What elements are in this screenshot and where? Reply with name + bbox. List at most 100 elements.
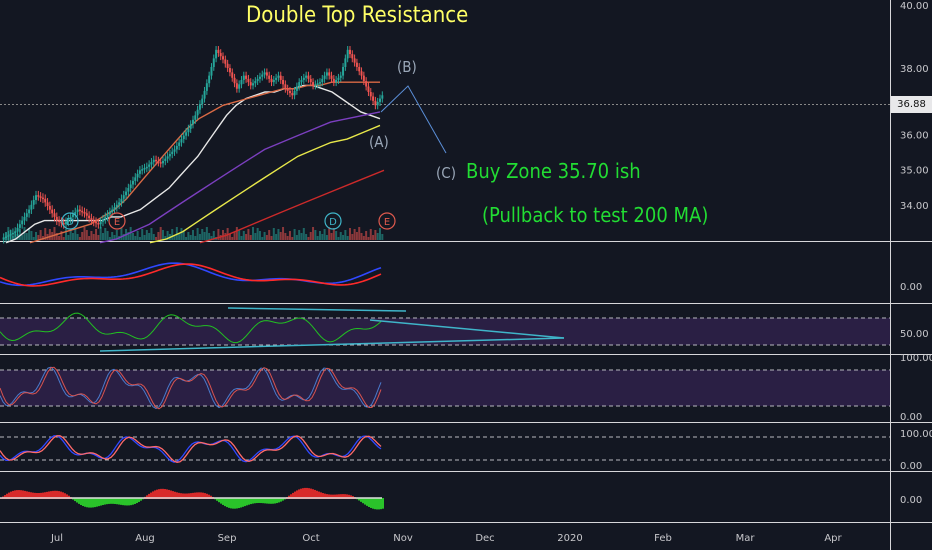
volume-bar (376, 233, 379, 240)
momentum-bar (132, 498, 134, 505)
candle-body (235, 83, 238, 89)
momentum-bar (266, 498, 268, 504)
candle-body (240, 79, 243, 85)
volume-bar (293, 229, 296, 240)
volume-bar (263, 232, 266, 240)
time-tick-label: Mar (736, 533, 756, 544)
candle-body (187, 128, 190, 133)
volume-bar (145, 230, 148, 240)
volume-bar (53, 227, 56, 240)
pullback-note: (Pullback to test 200 MA) (482, 203, 709, 227)
candle-body (83, 212, 86, 214)
price-tick-label: 34.00 (900, 201, 929, 212)
candle-body (92, 220, 95, 223)
candle-body (367, 86, 370, 93)
indicator-axis: 0.00 50.00 100.00 0.00 100.00 0.00 0.00 (900, 282, 932, 506)
candle-body (321, 78, 324, 83)
volume-bar (265, 235, 268, 240)
candle-body (263, 72, 266, 75)
momentum-bar (366, 498, 368, 506)
momentum-bar (130, 498, 132, 506)
momentum-bar (106, 498, 108, 505)
momentum-bar (378, 498, 380, 510)
momentum-bar (94, 498, 96, 508)
candle-body (337, 77, 340, 80)
volume-bar (136, 231, 139, 240)
momentum-bar (230, 498, 232, 509)
candle-body (302, 77, 305, 80)
volume-bar (171, 229, 174, 240)
momentum-bar (234, 498, 236, 509)
candle-body (325, 72, 328, 76)
volume-bar (157, 232, 160, 240)
candle-body (118, 202, 121, 205)
volume-bar (90, 231, 93, 240)
candle-body (381, 95, 384, 99)
volume-bar (249, 235, 252, 240)
volume-bar (99, 227, 102, 240)
volume-bar (62, 237, 65, 240)
volume-bar (143, 235, 146, 240)
volume-bar (275, 234, 278, 240)
volume-bar (312, 227, 315, 240)
momentum-bar (224, 498, 226, 507)
candle-body (275, 77, 278, 80)
candle-body (344, 58, 347, 67)
volume-bar (148, 233, 151, 240)
candle-body (284, 84, 287, 89)
volume-bar (365, 231, 368, 240)
volume-bar (180, 228, 183, 240)
candle-body (39, 196, 42, 198)
momentum-bar (136, 498, 138, 504)
volume-bar (208, 233, 211, 240)
volume-bar (97, 235, 100, 240)
momentum-bar (364, 498, 366, 505)
volume-bar (67, 235, 70, 240)
volume-bar (254, 233, 257, 240)
momentum-bar (222, 498, 224, 505)
candle-body (369, 92, 372, 97)
momentum-bar (82, 498, 84, 507)
volume-bar (240, 236, 243, 240)
candle-body (210, 66, 213, 76)
volume-bar (187, 232, 190, 240)
candle-body (21, 220, 24, 225)
candle-body (316, 83, 319, 85)
volume-bar (242, 231, 245, 240)
time-tick-label: Sep (218, 533, 237, 544)
momentum-axis-label: 0.00 (900, 495, 922, 506)
candle-body (175, 145, 178, 150)
candle-body (208, 75, 211, 84)
candle-body (261, 74, 264, 77)
momentum-bar (382, 498, 384, 509)
candle-body (9, 234, 12, 236)
momentum-bar (88, 498, 90, 508)
earnings-marker-label: E (384, 217, 390, 228)
candle-body (85, 213, 88, 216)
candle-body (161, 160, 164, 164)
candle-body (150, 162, 153, 165)
momentum-bar (254, 498, 256, 504)
time-tick-label: Feb (654, 533, 672, 544)
momentum-bar (122, 498, 124, 506)
momentum-bar (240, 498, 242, 508)
momentum-bar (274, 498, 276, 504)
candle-body (108, 212, 111, 215)
candle-body (182, 135, 185, 140)
volume-bar (360, 233, 363, 240)
candle-body (95, 221, 98, 224)
volume-bar (92, 234, 95, 240)
candle-body (372, 96, 375, 101)
volume-bar (78, 237, 81, 240)
volume-bar (302, 228, 305, 240)
volume-bar (58, 236, 61, 240)
time-tick-label: Nov (393, 533, 413, 544)
volume-bar (337, 237, 340, 240)
candle-body (41, 197, 44, 200)
momentum-bar (232, 498, 234, 509)
candle-body (215, 49, 218, 59)
stoch-axis-top: 100.00 (900, 353, 932, 364)
candle-body (55, 216, 58, 221)
candle-body (233, 77, 236, 84)
wave-a-label: (A) (369, 133, 389, 151)
